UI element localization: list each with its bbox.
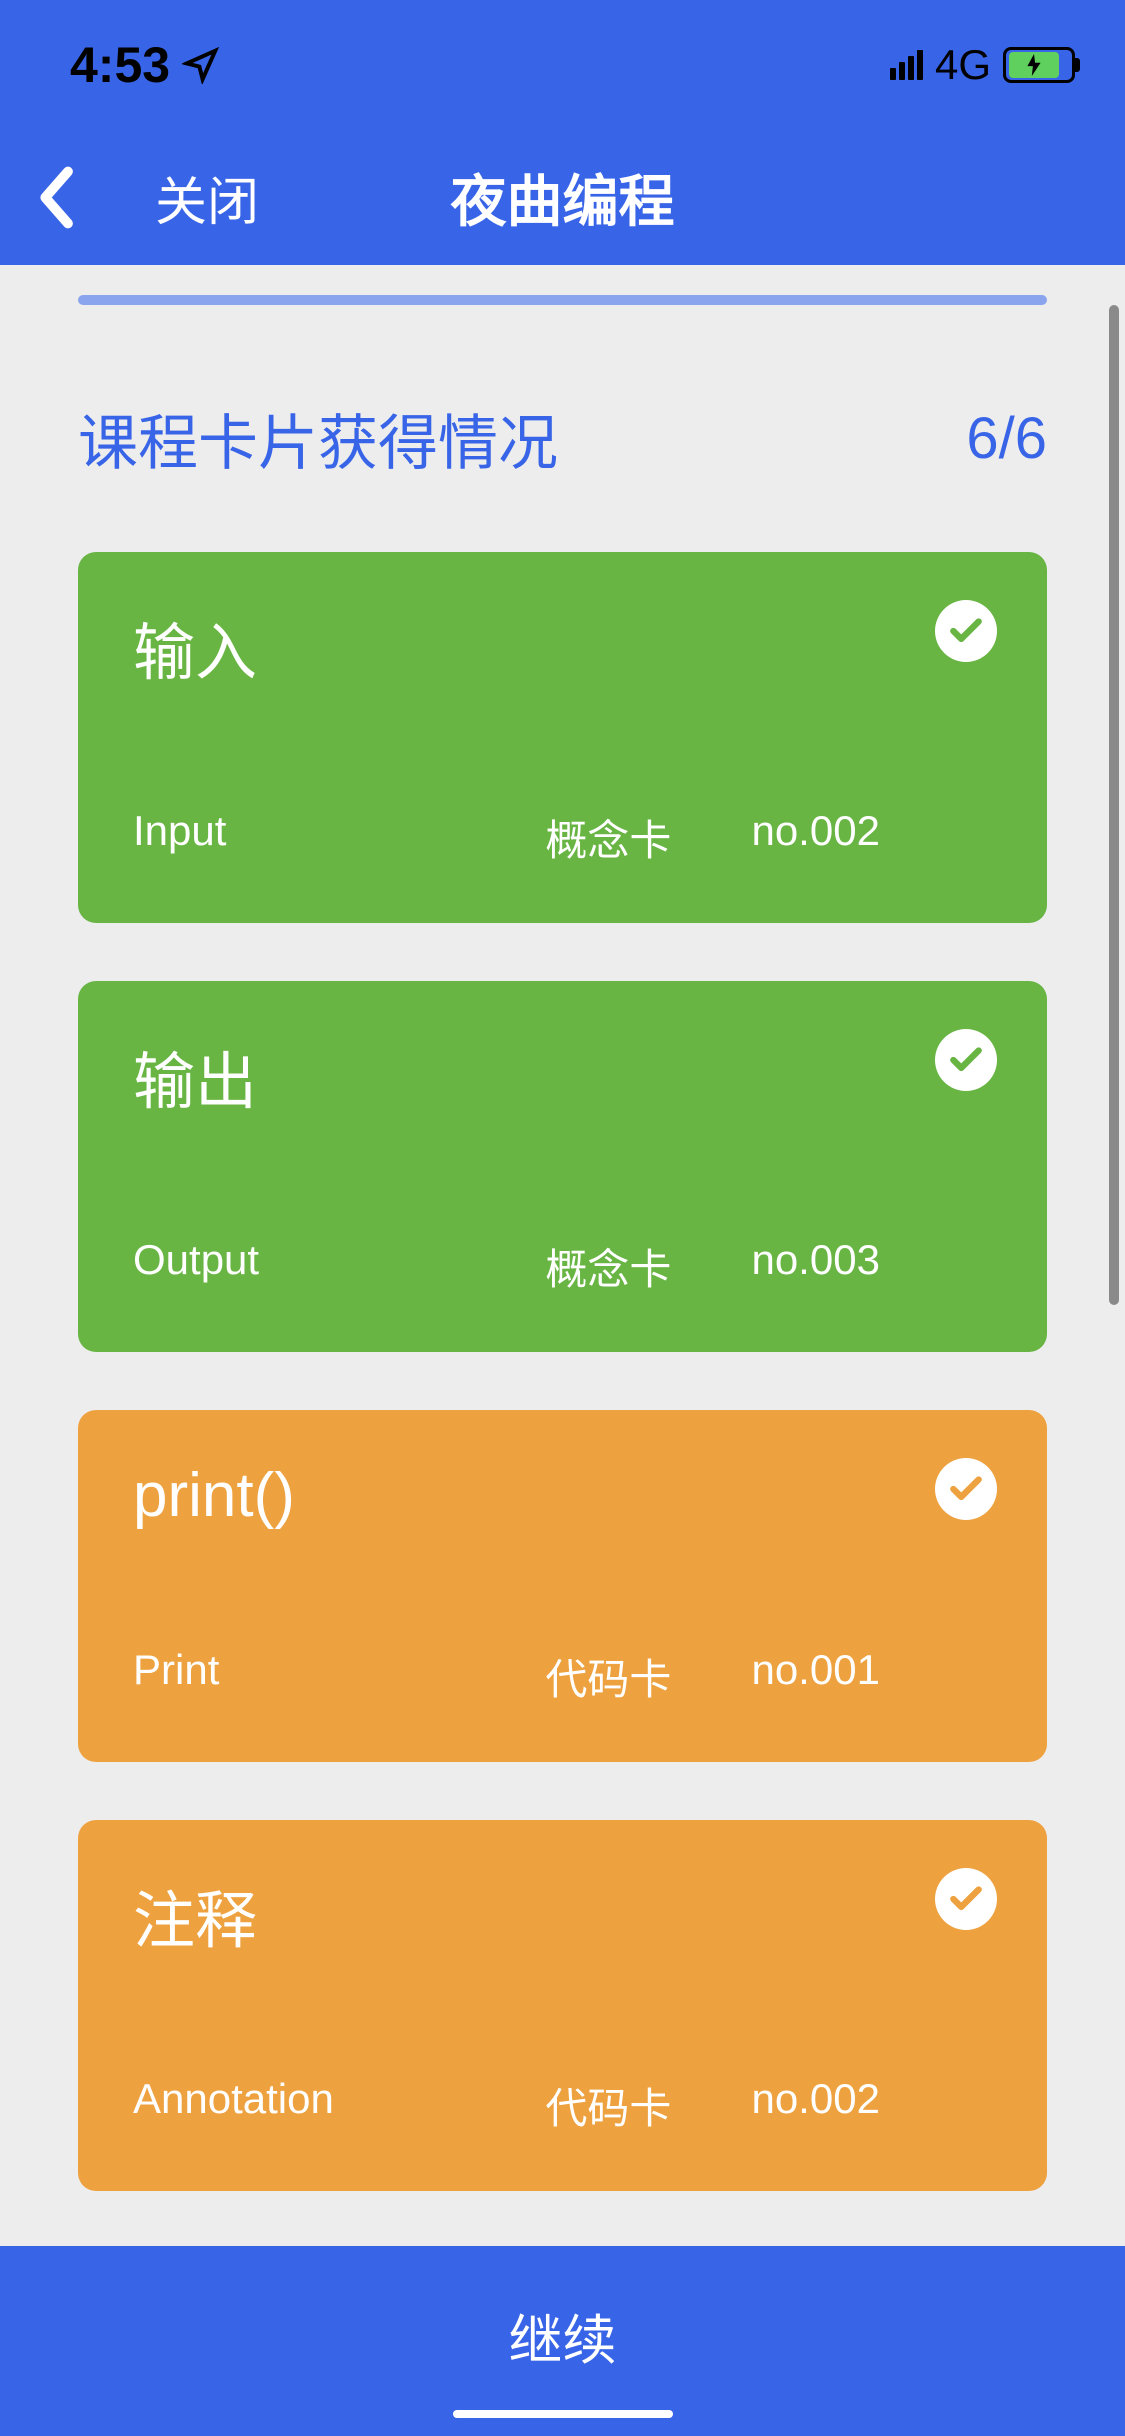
card-output[interactable]: 输出 Output 概念卡 no.003 <box>78 981 1047 1352</box>
progress-bar <box>78 295 1047 305</box>
card-number: no.002 <box>751 807 992 868</box>
check-icon <box>935 1029 997 1091</box>
card-print[interactable]: print() Print 代码卡 no.001 <box>78 1410 1047 1762</box>
card-title: 输出 <box>133 1031 992 1121</box>
close-button[interactable]: 关闭 <box>155 160 259 235</box>
card-type: 代码卡 <box>545 1646 751 1707</box>
card-type: 概念卡 <box>545 1236 751 1297</box>
card-number: no.001 <box>751 1646 992 1707</box>
status-right-area: 4G <box>890 41 1075 89</box>
card-title: print() <box>133 1460 992 1531</box>
card-title: 输入 <box>133 602 992 692</box>
scroll-indicator[interactable] <box>1109 305 1119 1305</box>
card-english: Print <box>133 1646 545 1707</box>
card-type: 代码卡 <box>545 2075 751 2136</box>
battery-icon <box>1003 47 1075 83</box>
card-title: 注释 <box>133 1870 992 1960</box>
back-button[interactable] <box>35 165 75 230</box>
signal-icon <box>890 50 923 80</box>
section-header: 课程卡片获得情况 6/6 <box>78 395 1047 482</box>
content-area: 课程卡片获得情况 6/6 输入 Input 概念卡 no.002 输出 Outp… <box>0 265 1125 2246</box>
network-label: 4G <box>935 41 991 89</box>
home-indicator[interactable] <box>453 2410 673 2418</box>
continue-label: 继续 <box>509 2296 617 2375</box>
card-english: Output <box>133 1236 545 1297</box>
continue-button[interactable]: 继续 <box>0 2246 1125 2436</box>
status-bar: 4:53 4G <box>0 0 1125 130</box>
card-english: Input <box>133 807 545 868</box>
check-icon <box>935 600 997 662</box>
nav-bar: 关闭 夜曲编程 <box>0 130 1125 265</box>
card-footer: Output 概念卡 no.003 <box>133 1236 992 1297</box>
card-annotation[interactable]: 注释 Annotation 代码卡 no.002 <box>78 1820 1047 2191</box>
check-icon <box>935 1458 997 1520</box>
charging-icon <box>1026 54 1042 76</box>
section-count: 6/6 <box>966 405 1047 472</box>
page-title: 夜曲编程 <box>451 157 675 238</box>
location-arrow-icon <box>182 46 220 84</box>
chevron-left-icon <box>35 165 75 230</box>
status-time: 4:53 <box>70 36 170 94</box>
card-footer: Input 概念卡 no.002 <box>133 807 992 868</box>
card-number: no.003 <box>751 1236 992 1297</box>
card-type: 概念卡 <box>545 807 751 868</box>
status-time-area: 4:53 <box>70 36 220 94</box>
card-footer: Print 代码卡 no.001 <box>133 1646 992 1707</box>
section-title: 课程卡片获得情况 <box>78 395 558 482</box>
card-footer: Annotation 代码卡 no.002 <box>133 2075 992 2136</box>
check-icon <box>935 1868 997 1930</box>
card-number: no.002 <box>751 2075 992 2136</box>
card-english: Annotation <box>133 2075 545 2136</box>
card-input[interactable]: 输入 Input 概念卡 no.002 <box>78 552 1047 923</box>
